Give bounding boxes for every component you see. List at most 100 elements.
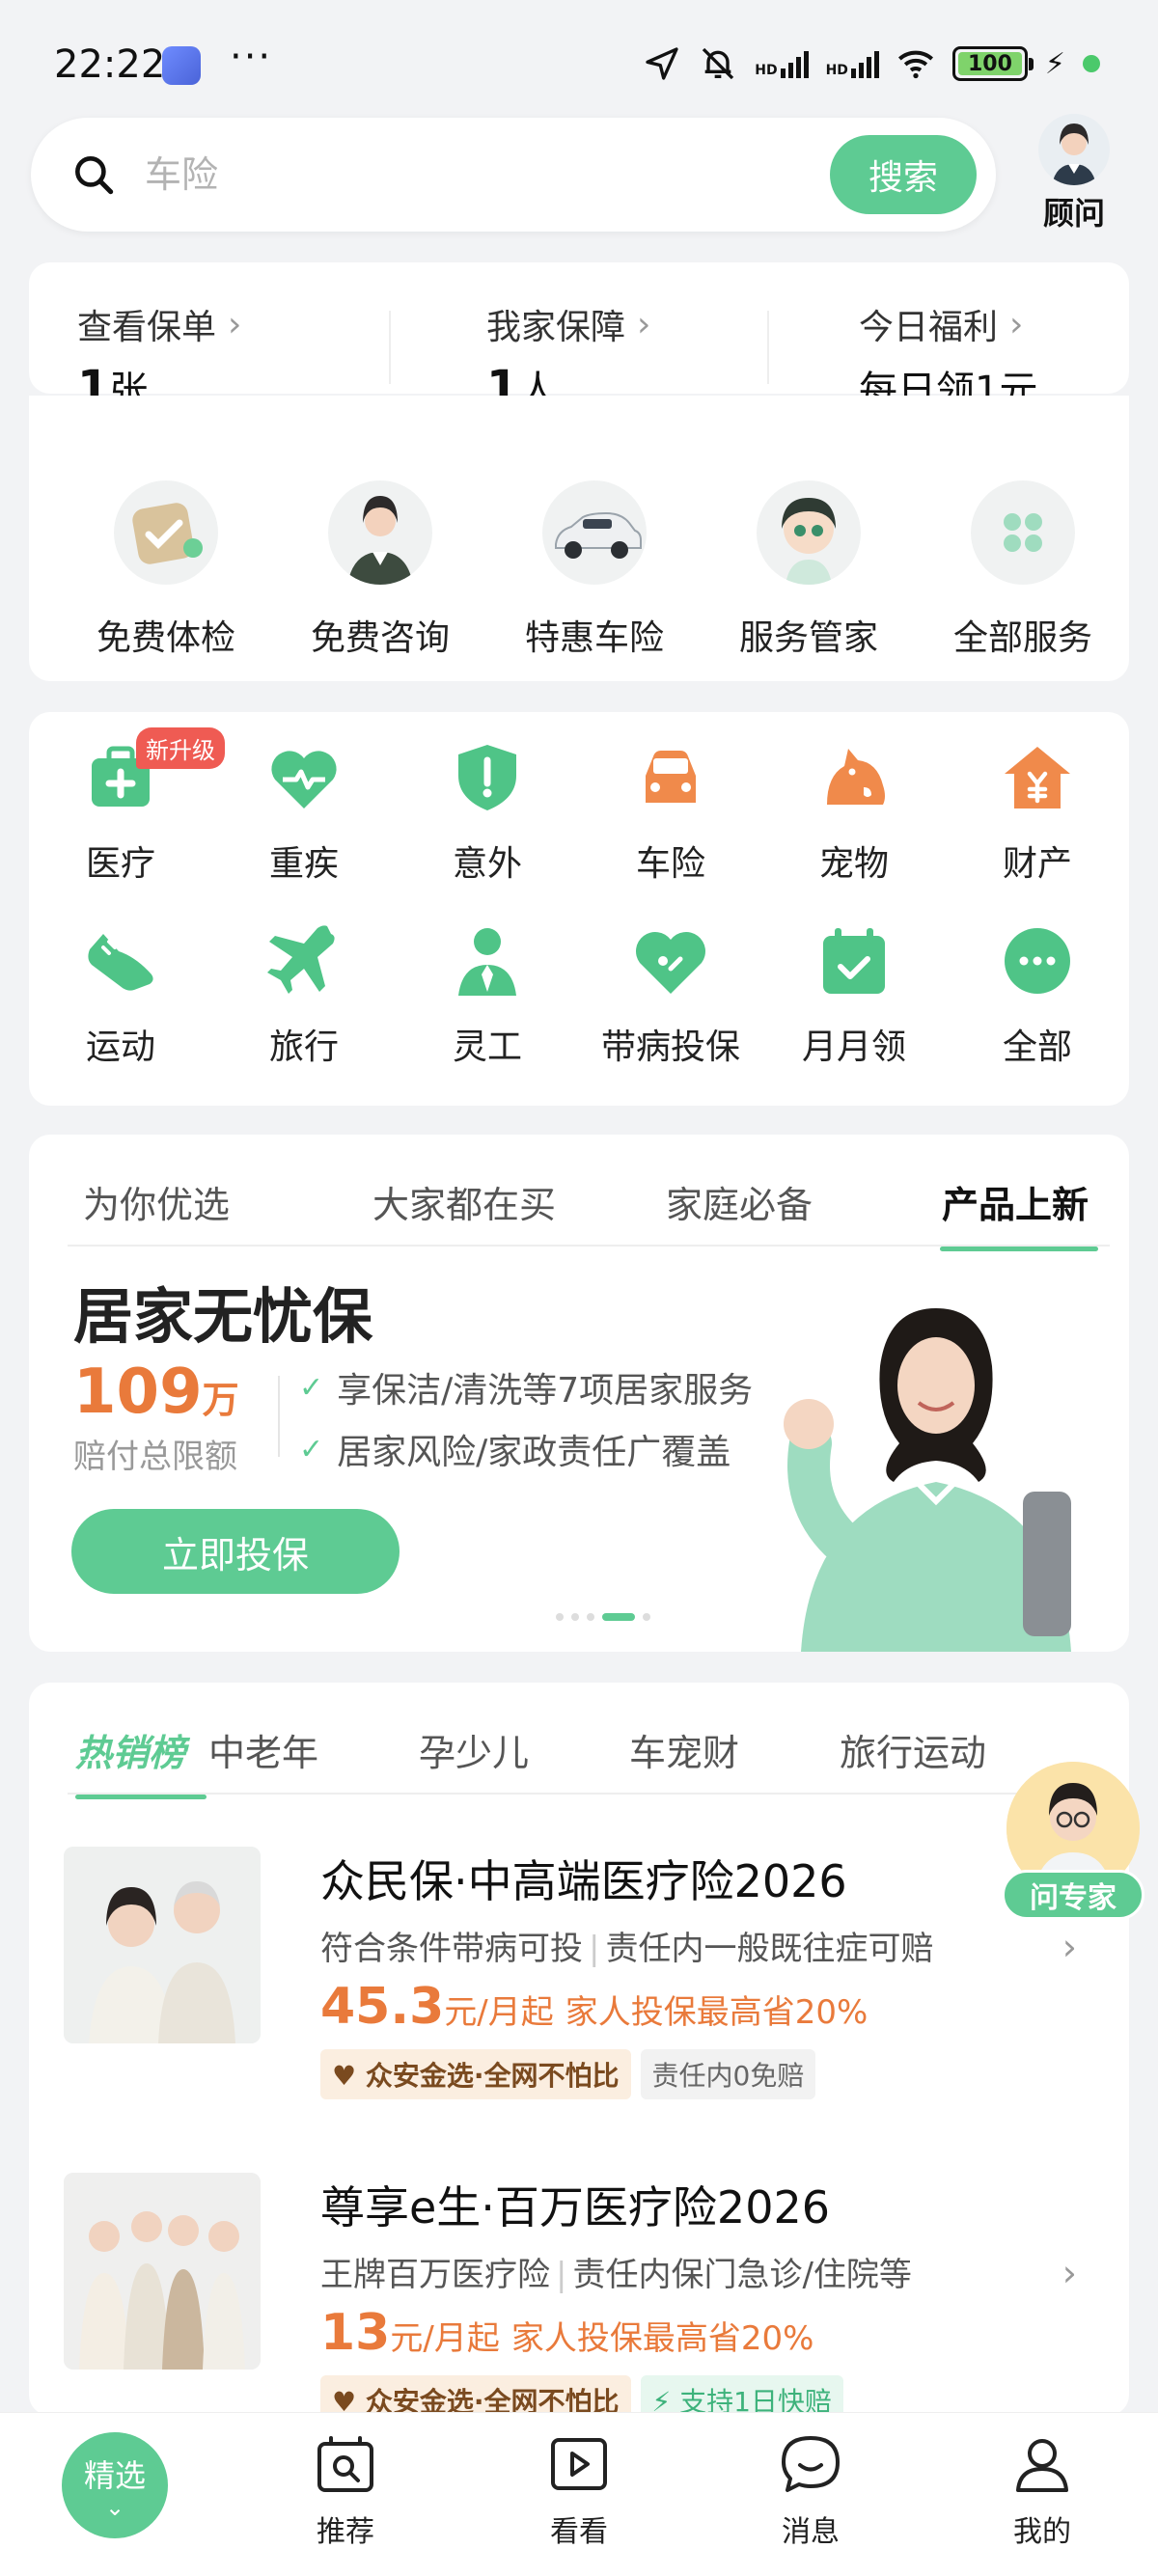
more-notifications-icon: ··· bbox=[230, 35, 273, 79]
category-travel[interactable]: 旅行 bbox=[227, 920, 381, 1069]
signal-hd-2-icon: HD bbox=[826, 49, 879, 78]
feature-text: 享保洁/清洗等7项居家服务 bbox=[337, 1371, 754, 1411]
category-sports[interactable]: 运动 bbox=[43, 920, 198, 1069]
bestseller-list: 热销榜 中老年 孕少儿 车宠财 旅行运动 众民保·中高端医疗险2026 符合条件… bbox=[29, 1683, 1129, 2416]
consultant-icon bbox=[328, 480, 432, 585]
carousel-dot-active bbox=[602, 1613, 635, 1621]
nav-recommend[interactable]: 推荐 bbox=[288, 2430, 403, 2550]
divider bbox=[389, 311, 391, 384]
tab-family-essentials[interactable]: 家庭必备 bbox=[666, 1175, 813, 1228]
separator: | bbox=[556, 2256, 567, 2294]
status-icons: HD HD 100 ⚡ bbox=[643, 42, 1100, 85]
promo-text: 家人投保最高省20% bbox=[565, 1993, 868, 2032]
nav-watch[interactable]: 看看 bbox=[521, 2430, 637, 2550]
category-property[interactable]: 财产 bbox=[960, 737, 1115, 886]
product-image bbox=[64, 1847, 261, 2043]
chevron-right-icon: › bbox=[1062, 2252, 1077, 2294]
buy-now-button[interactable]: 立即投保 bbox=[71, 1509, 400, 1594]
tab-popular[interactable]: 大家都在买 bbox=[372, 1175, 556, 1228]
nav-featured[interactable]: 精选 ⌄ bbox=[62, 2432, 168, 2538]
banner-housekeeper-image[interactable] bbox=[695, 1279, 1129, 1652]
tab-seniors[interactable]: 中老年 bbox=[208, 1723, 318, 1776]
category-label: 全部 bbox=[1002, 1028, 1072, 1067]
nav-label: 消息 bbox=[782, 2515, 840, 2549]
chevron-down-icon: ⌄ bbox=[104, 2494, 125, 2521]
product-tags: ♥ 众安金选·全网不怕比 ⚡ 支持1日快赔 bbox=[320, 2375, 843, 2416]
banner-feature: ✓ 享保洁/清洗等7项居家服务 bbox=[299, 1362, 753, 1412]
ask-expert-button[interactable]: 问专家 bbox=[1002, 1762, 1144, 1926]
banner-feature: ✓ 居家风险/家政责任广覆盖 bbox=[299, 1424, 731, 1474]
location-icon bbox=[646, 47, 678, 80]
tab-car-pet-property[interactable]: 车宠财 bbox=[629, 1723, 739, 1776]
service-free-consult[interactable]: 免费咨询 bbox=[284, 480, 477, 660]
category-medical[interactable]: 新升级 医疗 bbox=[43, 727, 225, 886]
coverage-label: 赔付总限额 bbox=[73, 1438, 237, 1476]
video-icon bbox=[551, 2438, 607, 2490]
worker-icon bbox=[458, 928, 516, 996]
product-price: 45.3元/月起 家人投保最高省20% bbox=[320, 1978, 868, 2036]
advisor-avatar bbox=[1038, 114, 1110, 185]
tab-new-products[interactable]: 产品上新 bbox=[942, 1175, 1089, 1228]
product-item[interactable]: 众民保·中高端医疗险2026 符合条件带病可投 | 责任内一般既往症可赔 › 45.… bbox=[64, 1847, 1096, 2136]
category-label: 意外 bbox=[452, 844, 522, 884]
price-unit: 元/月起 bbox=[390, 2319, 500, 2358]
tag-brand: ♥ 众安金选·全网不怕比 bbox=[320, 2049, 631, 2099]
category-label: 月月领 bbox=[801, 1028, 906, 1067]
category-monthly[interactable]: 月月领 bbox=[777, 920, 931, 1069]
search-input[interactable] bbox=[145, 145, 685, 205]
product-title: 众民保·中高端医疗险2026 bbox=[320, 1855, 847, 1907]
service-label: 免费体检 bbox=[96, 618, 235, 658]
service-all[interactable]: 全部服务 bbox=[926, 480, 1119, 660]
car-icon bbox=[646, 751, 696, 803]
tab-for-you[interactable]: 为你优选 bbox=[83, 1175, 230, 1228]
advisor-button[interactable]: 顾问 bbox=[1031, 114, 1117, 233]
insurance-categories: 新升级 医疗 重疾 意外 车险 宠物 财产 运动 旅行 灵工 带病投保 月月领 bbox=[29, 712, 1129, 1106]
service-car-insurance[interactable]: 特惠车险 bbox=[498, 480, 691, 660]
product-image bbox=[64, 2173, 261, 2370]
search-button[interactable]: 搜索 bbox=[830, 135, 977, 214]
carousel-indicator bbox=[556, 1613, 650, 1621]
category-critical-illness[interactable]: 重疾 bbox=[227, 737, 381, 886]
search-bar[interactable]: 搜索 bbox=[31, 118, 996, 232]
category-all[interactable]: 全部 bbox=[960, 920, 1115, 1069]
airplane-icon bbox=[267, 925, 335, 994]
chevron-right-icon: › bbox=[637, 304, 651, 344]
product-description: 符合条件带病可投 | 责任内一般既往症可赔 bbox=[320, 1922, 933, 1969]
nav-profile[interactable]: 我的 bbox=[984, 2430, 1100, 2550]
car-icon bbox=[542, 480, 647, 585]
status-bar: 22:22 ··· HD HD 100 ⚡ bbox=[0, 0, 1158, 111]
category-label: 运动 bbox=[85, 1028, 155, 1067]
bottom-navigation: 精选 ⌄ 推荐 看看 消息 我的 bbox=[0, 2412, 1158, 2576]
category-preexisting[interactable]: 带病投保 bbox=[593, 920, 748, 1069]
wifi-icon bbox=[897, 50, 933, 79]
category-accident[interactable]: 意外 bbox=[410, 737, 565, 886]
product-item[interactable]: 尊享e生·百万医疗险2026 王牌百万医疗险 | 责任内保门急诊/住院等 › 13元… bbox=[64, 2173, 1096, 2416]
ask-expert-label: 问专家 bbox=[1002, 1870, 1144, 1920]
chevron-right-icon: › bbox=[1062, 1926, 1077, 1968]
category-car[interactable]: 车险 bbox=[593, 737, 748, 886]
carousel-dot bbox=[643, 1613, 650, 1621]
tab-travel-sports[interactable]: 旅行运动 bbox=[840, 1723, 986, 1776]
more-icon bbox=[1005, 928, 1070, 994]
chevron-right-icon: › bbox=[228, 304, 242, 344]
tag-brand: ♥ 众安金选·全网不怕比 bbox=[320, 2375, 631, 2416]
price-value: 45.3 bbox=[320, 1978, 445, 2036]
search-icon bbox=[75, 156, 114, 195]
service-label: 免费咨询 bbox=[310, 618, 450, 658]
all-services-icon bbox=[971, 480, 1075, 585]
nav-messages[interactable]: 消息 bbox=[753, 2430, 868, 2550]
category-pet[interactable]: 宠物 bbox=[777, 737, 931, 886]
tab-bestseller[interactable]: 热销榜 bbox=[75, 1723, 185, 1776]
category-gig-worker[interactable]: 灵工 bbox=[410, 920, 565, 1069]
product-price: 13元/月起 家人投保最高省20% bbox=[320, 2304, 813, 2362]
category-label: 灵工 bbox=[452, 1028, 522, 1067]
banner-title: 居家无忧保 bbox=[73, 1281, 373, 1352]
tab-maternal-kids[interactable]: 孕少儿 bbox=[419, 1723, 529, 1776]
battery-icon: 100 bbox=[951, 46, 1034, 81]
service-butler[interactable]: 服务管家 bbox=[712, 480, 905, 660]
service-free-checkup[interactable]: 免费体检 bbox=[69, 480, 262, 660]
shield-alert-icon bbox=[458, 745, 516, 810]
tag-text: 众安金选·全网不怕比 bbox=[365, 2060, 620, 2092]
promo-text: 家人投保最高省20% bbox=[510, 2319, 814, 2358]
family-coverage-title: 我家保障 bbox=[486, 308, 626, 347]
